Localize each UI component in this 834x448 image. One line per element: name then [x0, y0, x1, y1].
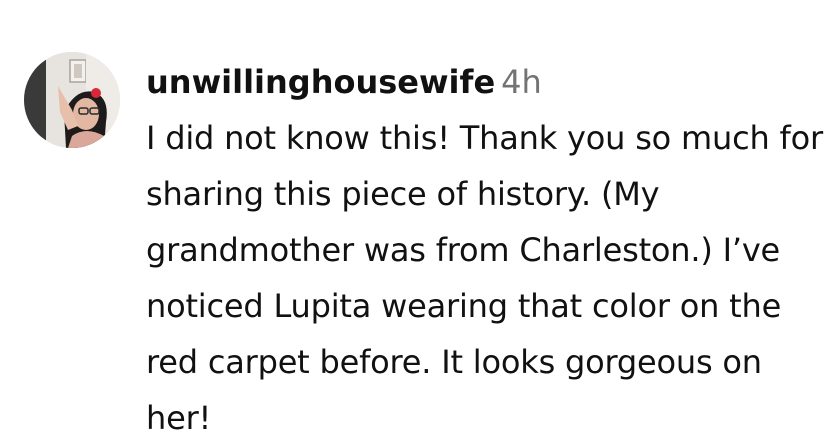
comment-body: unwillinghousewife 4h I did not know this… [146, 58, 826, 446]
username-link[interactable]: unwillinghousewife [146, 63, 495, 101]
user-profile-photo-icon [24, 52, 120, 148]
comment: unwillinghousewife 4h I did not know this… [0, 0, 834, 448]
avatar[interactable] [24, 52, 120, 148]
comment-timestamp[interactable]: 4h [501, 63, 542, 101]
comment-header: unwillinghousewife 4h [146, 58, 826, 106]
comment-text: I did not know this! Thank you so much f… [146, 119, 823, 437]
